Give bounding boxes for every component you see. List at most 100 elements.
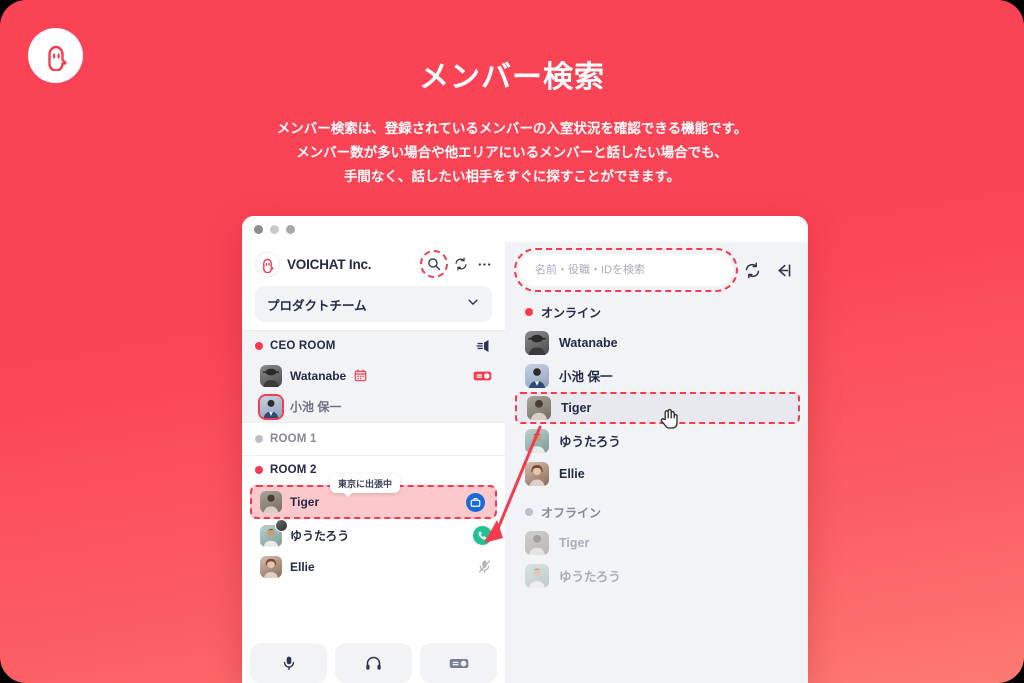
room-status-dot xyxy=(255,466,263,474)
brand-actions xyxy=(420,250,492,278)
member-name: 小池 保一 xyxy=(290,400,342,414)
status-tooltip: 東京に出張中 xyxy=(330,474,401,497)
group-header-online: オンライン xyxy=(505,298,808,326)
member-row-actions xyxy=(473,526,492,545)
calendar-icon xyxy=(354,369,367,382)
room-status-dot xyxy=(255,435,263,443)
window-panes: VOICHAT Inc. プロダクトチーム CEO ROOM Watanabe … xyxy=(242,242,808,683)
description-line-3: 手間なく、話したい相手をすぐに探すことができます。 xyxy=(343,169,681,184)
member-name: 小池 保一 xyxy=(559,370,613,384)
right-panel-actions xyxy=(744,262,792,279)
list-item[interactable]: ゆうたろう xyxy=(505,559,808,592)
search-input[interactable] xyxy=(519,254,733,286)
member-name: Watanabe xyxy=(559,335,618,350)
avatar xyxy=(260,364,282,387)
screen-share-button[interactable] xyxy=(420,643,497,683)
avatar xyxy=(260,395,282,418)
window-titlebar xyxy=(242,216,808,242)
member-name: ゆうたろう xyxy=(559,570,621,584)
maximize-dot[interactable] xyxy=(286,224,295,234)
member-row-actions xyxy=(466,492,485,512)
phone-icon[interactable] xyxy=(473,526,492,545)
description-line-1: メンバー検索は、登録されているメンバーの入室状況を確認できる機能です。 xyxy=(276,121,748,136)
group-header-offline: オフライン xyxy=(505,498,808,526)
brand-name: VOICHAT Inc. xyxy=(287,256,372,272)
avatar xyxy=(525,330,549,355)
room-name: ROOM 2 xyxy=(270,464,317,476)
avatar xyxy=(260,555,282,578)
avatar xyxy=(260,491,282,513)
headphones-button[interactable] xyxy=(335,643,412,683)
app-window: VOICHAT Inc. プロダクトチーム CEO ROOM Watanabe … xyxy=(242,216,808,683)
member-row-actions xyxy=(477,559,492,574)
avatar xyxy=(525,563,549,588)
list-item[interactable]: ゆうたろう xyxy=(505,424,808,457)
avatar xyxy=(525,428,549,453)
member-search-row xyxy=(505,242,808,298)
member-search-box xyxy=(514,248,738,292)
refresh-icon[interactable] xyxy=(744,262,761,279)
screen-share-icon[interactable] xyxy=(473,369,492,383)
team-selector[interactable]: プロダクトチーム xyxy=(255,286,492,322)
chevron-down-icon xyxy=(466,295,480,314)
more-horizontal-icon[interactable] xyxy=(477,257,492,272)
avatar xyxy=(525,530,549,555)
room-header[interactable]: ROOM 1 xyxy=(242,423,505,455)
megaphone-icon[interactable] xyxy=(476,338,492,354)
member-name: Tiger xyxy=(561,401,592,415)
avatar xyxy=(260,518,288,547)
brand-row: VOICHAT Inc. xyxy=(242,242,505,286)
list-item[interactable]: Tiger xyxy=(505,526,808,559)
refresh-icon[interactable] xyxy=(454,257,468,271)
right-panel: オンライン Watanabe xyxy=(505,242,808,683)
microphone-icon xyxy=(281,655,297,671)
member-row[interactable]: Ellie xyxy=(242,551,505,582)
close-dot[interactable] xyxy=(254,224,263,234)
avatar xyxy=(525,461,549,486)
room-room-1: ROOM 1 xyxy=(242,423,505,455)
member-row[interactable]: 小池 保一 xyxy=(242,391,505,422)
poster-background: メンバー検索 メンバー検索は、登録されているメンバーの入室状況を確認できる機能で… xyxy=(0,0,1024,683)
group-label: オフライン xyxy=(541,505,602,520)
badge-avatar xyxy=(275,518,288,532)
description-line-2: メンバー数が多い場合や他エリアにいるメンバーと話したい場合でも、 xyxy=(296,145,728,160)
member-name: Watanabe xyxy=(290,368,347,383)
mic-off-icon[interactable] xyxy=(477,559,492,574)
member-row-actions xyxy=(473,369,492,383)
group-status-dot xyxy=(525,308,533,316)
member-name: Ellie xyxy=(559,466,585,481)
search-highlight-ring xyxy=(420,250,448,278)
team-selector-value: プロダクトチーム xyxy=(267,298,367,313)
member-row[interactable]: ゆうたろう xyxy=(242,518,505,551)
room-status-dot xyxy=(255,341,263,350)
member-name: Tiger xyxy=(559,535,590,550)
briefcase-icon[interactable] xyxy=(466,492,485,512)
group-label: オンライン xyxy=(541,305,602,320)
headphones-icon xyxy=(365,655,382,672)
list-item[interactable]: Watanabe xyxy=(505,326,808,359)
member-name: Ellie xyxy=(290,559,315,574)
member-name: ゆうたろう xyxy=(559,435,621,449)
left-bottom-toolbar xyxy=(242,637,505,683)
avatar xyxy=(527,396,551,420)
list-item[interactable]: Ellie xyxy=(505,457,808,490)
member-row[interactable]: Watanabe xyxy=(242,360,505,391)
minimize-dot[interactable] xyxy=(270,224,279,234)
list-item[interactable]: 小池 保一 xyxy=(505,359,808,392)
member-name: ゆうたろう xyxy=(290,529,350,543)
avatar xyxy=(525,363,549,388)
room-name: CEO ROOM xyxy=(270,339,336,352)
list-item-tiger-highlighted[interactable]: Tiger xyxy=(515,392,800,429)
room-room-2: ROOM 2 東京に出張中 Tiger ゆうたろう Ellie xyxy=(242,456,505,582)
left-panel: VOICHAT Inc. プロダクトチーム CEO ROOM Watanabe … xyxy=(242,242,505,683)
member-name: Tiger xyxy=(290,495,320,509)
group-status-dot xyxy=(525,508,533,516)
member-row-tiger-highlighted[interactable]: 東京に出張中 Tiger xyxy=(250,474,497,519)
screen-share-icon xyxy=(449,656,469,671)
search-icon-button[interactable] xyxy=(420,250,448,278)
room-ceo-room: CEO ROOM Watanabe 小池 保一 xyxy=(242,331,505,422)
room-header[interactable]: CEO ROOM xyxy=(242,331,505,360)
microphone-button[interactable] xyxy=(250,643,327,683)
collapse-panel-icon[interactable] xyxy=(773,262,792,279)
brand-logo-icon xyxy=(255,251,280,277)
